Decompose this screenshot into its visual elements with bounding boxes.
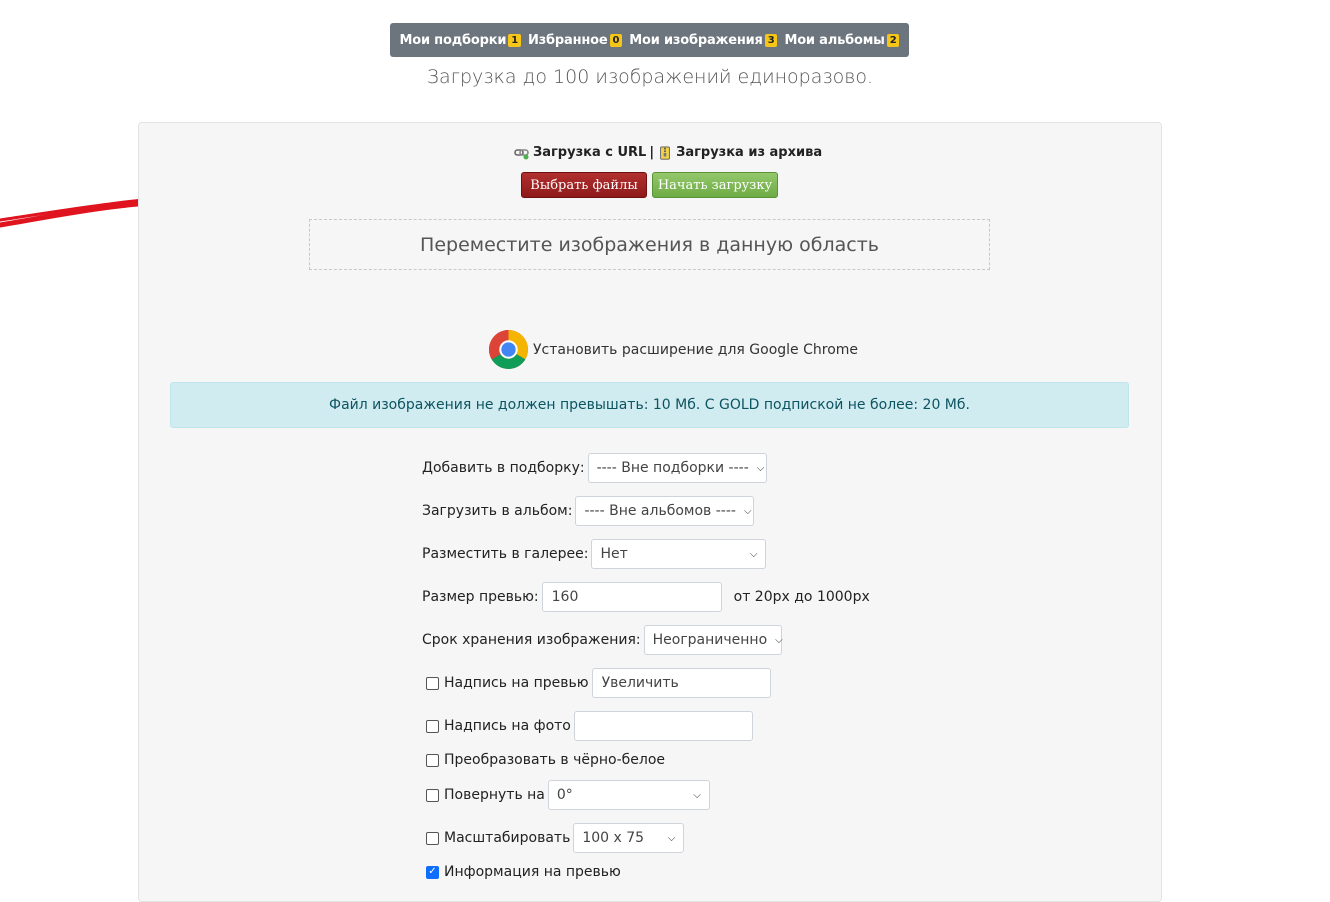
album-select[interactable]: ---- Вне альбомов ---- ⌵: [575, 496, 755, 526]
nav-my-collections-badge: 1: [508, 33, 522, 47]
rotate-select-value: 0°: [556, 787, 573, 803]
chrome-extension-link[interactable]: Установить расширение для Google Chrome: [488, 329, 858, 370]
info-row: ✓ Информация на превью: [426, 864, 621, 880]
nav-my-albums-label: Мои альбомы: [784, 32, 885, 48]
chevron-down-icon: ⌵: [667, 832, 676, 844]
rotate-checkbox[interactable]: [426, 788, 439, 802]
preview-size-input[interactable]: 160: [541, 582, 722, 612]
bw-checkbox[interactable]: [426, 753, 439, 767]
archive-icon: [660, 145, 670, 160]
scale-select[interactable]: 100 x 75 ⌵: [573, 823, 685, 853]
collection-label: Добавить в подборку:: [422, 460, 585, 476]
bw-label: Преобразовать в чёрно-белое: [444, 752, 666, 768]
collection-select[interactable]: ---- Вне подборки ---- ⌵: [587, 453, 767, 483]
info-checkbox[interactable]: ✓: [426, 865, 439, 879]
storage-row: Срок хранения изображения: Неограниченно…: [422, 625, 783, 655]
chevron-down-icon: ⌵: [749, 548, 758, 560]
nav-favorites[interactable]: Избранное 0: [528, 32, 623, 48]
nav-my-albums[interactable]: Мои альбомы 2: [784, 32, 900, 48]
gallery-select-value: Нет: [600, 546, 628, 562]
rotate-select[interactable]: 0° ⌵: [547, 780, 710, 810]
chevron-down-icon: ⌵: [775, 634, 783, 646]
preview-size-row: Размер превью: 160 от 20px до 1000px: [422, 582, 870, 612]
storage-label: Срок хранения изображения:: [422, 632, 641, 648]
info-label: Информация на превью: [444, 864, 621, 880]
preview-caption-checkbox[interactable]: [426, 676, 439, 690]
preview-caption-label: Надпись на превью: [444, 675, 589, 691]
checkmark-icon: ✓: [428, 866, 437, 877]
file-size-alert: Файл изображения не должен превышать: 10…: [170, 382, 1129, 428]
gallery-label: Разместить в галерее:: [422, 546, 589, 562]
nav-my-albums-badge: 2: [886, 33, 900, 47]
nav-my-images-badge: 3: [764, 33, 778, 47]
chevron-down-icon: ⌵: [743, 505, 752, 517]
url-upload-link[interactable]: Загрузка с URL: [533, 145, 646, 160]
gallery-row: Разместить в галерее: Нет ⌵: [422, 539, 767, 569]
photo-caption-row: Надпись на фото: [426, 711, 753, 741]
preview-caption-row: Надпись на превью Увеличить: [426, 668, 771, 698]
link-chain-icon: [514, 148, 529, 159]
gallery-select[interactable]: Нет ⌵: [591, 539, 767, 569]
drop-zone[interactable]: Переместите изображения в данную область: [309, 219, 990, 270]
start-upload-button[interactable]: Начать загрузку: [652, 172, 778, 198]
chevron-down-icon: ⌵: [756, 462, 765, 474]
storage-select[interactable]: Неограниченно ⌵: [643, 625, 783, 655]
nav-my-images[interactable]: Мои изображения 3: [629, 32, 778, 48]
nav-favorites-label: Избранное: [528, 32, 608, 48]
photo-caption-checkbox[interactable]: [426, 719, 439, 733]
photo-caption-label: Надпись на фото: [444, 718, 571, 734]
nav-favorites-badge: 0: [609, 33, 623, 47]
nav-my-images-label: Мои изображения: [629, 32, 763, 48]
archive-upload-link[interactable]: Загрузка из архива: [676, 145, 822, 160]
rotate-label: Повернуть на: [444, 787, 545, 803]
collection-select-value: ---- Вне подборки ----: [596, 460, 749, 476]
preview-caption-input[interactable]: Увеличить: [591, 668, 771, 698]
collection-row: Добавить в подборку: ---- Вне подборки -…: [422, 453, 767, 483]
storage-select-value: Неограниченно: [652, 632, 768, 648]
bw-row: Преобразовать в чёрно-белое: [426, 752, 665, 768]
nav-my-collections-label: Мои подборки: [399, 32, 507, 48]
scale-row: Масштабировать 100 x 75 ⌵: [426, 823, 685, 853]
links-separator: |: [649, 145, 655, 160]
preview-size-hint: от 20px до 1000px: [733, 589, 870, 605]
top-navigation: Мои подборки 1 Избранное 0 Мои изображен…: [390, 23, 909, 57]
choose-files-button[interactable]: Выбрать файлы: [521, 172, 647, 198]
nav-my-collections[interactable]: Мои подборки 1: [399, 32, 522, 48]
chevron-down-icon: ⌵: [693, 789, 701, 801]
album-row: Загрузить в альбом: ---- Вне альбомов --…: [422, 496, 755, 526]
scale-select-value: 100 x 75: [582, 830, 645, 846]
scale-label: Масштабировать: [444, 830, 571, 846]
upload-source-links: Загрузка с URL | Загрузка из архива: [514, 145, 822, 160]
page-subtitle: Загрузка до 100 изображений единоразово.: [426, 66, 874, 88]
album-label: Загрузить в альбом:: [422, 503, 573, 519]
rotate-row: Повернуть на 0° ⌵: [426, 780, 710, 810]
preview-size-label: Размер превью:: [422, 589, 539, 605]
chrome-icon: [489, 330, 528, 369]
album-select-value: ---- Вне альбомов ----: [584, 503, 736, 519]
chrome-extension-label: Установить расширение для Google Chrome: [533, 341, 859, 358]
photo-caption-input[interactable]: [573, 711, 753, 741]
scale-checkbox[interactable]: [426, 831, 439, 845]
